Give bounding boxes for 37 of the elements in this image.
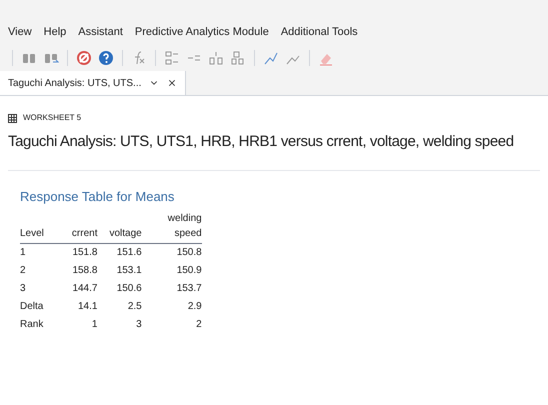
grid-icon [8,114,17,122]
table-cell: 1 [92,318,98,330]
table-cell: 2.5 [128,300,142,312]
column-header: Level [20,226,44,240]
table-cell: 153.1 [116,264,142,276]
table-cell: 2.9 [188,300,202,312]
help-icon[interactable] [96,48,116,68]
document-tab[interactable]: Taguchi Analysis: UTS, UTS... [0,71,186,95]
table-cell: 2 [20,264,26,276]
table-cell: 144.7 [72,282,98,294]
table-cell: 150.9 [176,264,202,276]
table-title: Response Table for Means [20,188,176,206]
table-cell: 3 [136,318,142,330]
menu-item[interactable]: Help [44,24,66,40]
close-icon[interactable] [167,78,178,88]
table-cell: 150.8 [176,246,202,258]
menu-item[interactable]: Additional Tools [280,24,358,40]
column-header: welding speed [166,212,202,240]
column-header: crrent [72,226,98,240]
table-cell: 3 [20,282,26,294]
analysis-title: Taguchi Analysis: UTS, UTS1, HRB, HRB1 versus crrent, voltage, welding speed [8,132,514,152]
column-header: voltage [109,226,142,240]
menu-item[interactable]: Predictive Analytics Module [134,24,269,40]
table-cell: 2 [196,318,202,330]
table-cell: 153.7 [176,282,202,294]
cancel-icon[interactable] [74,48,94,68]
table-cell: 158.8 [72,264,98,276]
menu-item[interactable]: View [8,24,32,40]
worksheet-label: WORKSHEET 5 [23,112,82,124]
table-cell: 151.8 [72,246,98,258]
table-cell: 14.1 [78,300,98,312]
table-cell: Delta [20,300,44,312]
table-cell: 150.6 [116,282,142,294]
menu-item[interactable]: Assistant [78,24,123,40]
table-cell: 151.6 [116,246,142,258]
table-cell: Rank [20,318,44,330]
table-cell: 1 [20,246,26,258]
